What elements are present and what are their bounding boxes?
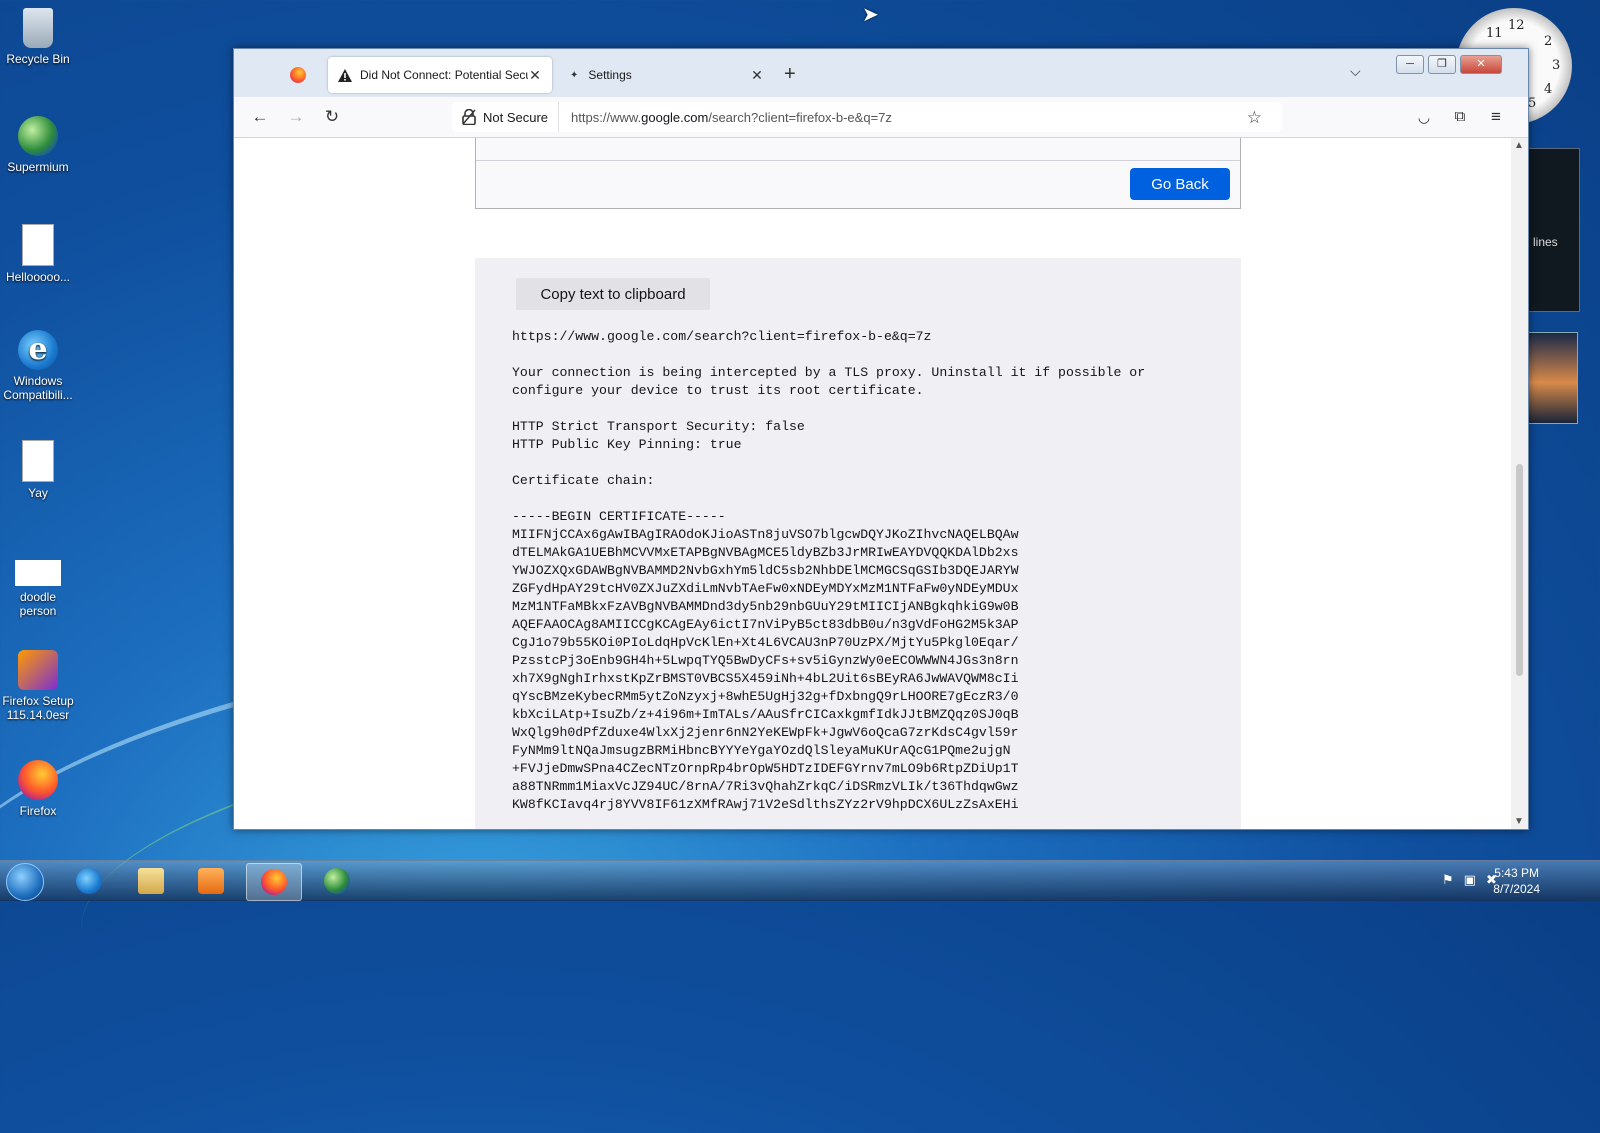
taskbar-firefox[interactable] [246,863,302,901]
close-window-button[interactable]: ✕ [1460,55,1502,74]
url-path: /search?client=firefox-b-e&q=7z [708,109,892,125]
page-scrollbar[interactable]: ▲ ▼ [1511,138,1528,829]
certificate-details-text: https://www.google.com/search?client=fir… [512,329,1146,812]
desktop-icon-supermium[interactable]: Supermium [0,116,76,174]
explorer-icon [138,868,164,894]
pocket-icon[interactable]: ◡ [1412,105,1436,129]
text-file-icon [22,224,54,266]
tab-bar: Did Not Connect: Potential Security Issu… [234,49,1528,97]
taskbar-explorer[interactable] [124,863,178,899]
navigation-toolbar: ← → ↻ Not Secure https://www.google.com/… [234,97,1528,138]
supermium-icon [18,116,58,156]
slideshow-gadget[interactable] [1528,332,1578,424]
desktop-icon-windows-compat[interactable]: e Windows Compatibili... [0,330,76,402]
tab-label: Settings [588,68,632,82]
new-tab-icon[interactable]: + [784,63,796,86]
taskbar-supermium[interactable] [310,863,364,899]
media-player-icon [198,868,224,894]
desktop-icon-label: Yay [28,486,48,500]
time-text: 5:43 PM [1494,866,1539,880]
tab-settings[interactable]: ✦ Settings ✕ [560,57,774,93]
close-tab-icon[interactable]: ✕ [528,67,542,84]
headlines-gadget[interactable]: lines [1528,148,1580,312]
date-text: 8/7/2024 [1493,882,1540,896]
page-content: Go Back Copy text to clipboard https://w… [234,138,1511,829]
flag-icon[interactable]: ⚑ [1442,872,1464,887]
start-button[interactable] [6,863,44,901]
scroll-down-icon[interactable]: ▼ [1514,816,1524,827]
forward-icon[interactable]: → [284,105,308,129]
desktop-icon-firefox-setup[interactable]: Firefox Setup 115.14.0esr [0,650,76,722]
firefox-view-icon[interactable] [290,67,306,83]
desktop-icon-label: doodle person [19,590,57,618]
close-tab-icon[interactable]: ✕ [750,67,764,84]
recycle-bin-icon [23,8,53,48]
desktop-icon-hellooooo[interactable]: Hellooooo... [0,224,76,284]
desktop-icon-recycle-bin[interactable]: Recycle Bin [0,8,76,66]
desktop-icon-yay[interactable]: Yay [0,440,76,500]
url-bar[interactable]: Not Secure https://www.google.com/search… [452,102,1282,132]
clock-display[interactable]: 5:43 PM 8/7/2024 [1493,865,1540,897]
network-icon[interactable]: ▣ [1464,872,1486,887]
maximize-button[interactable]: ❐ [1428,55,1456,74]
url-domain: google.com [641,109,709,125]
error-panel: Go Back [475,138,1241,209]
minimize-button[interactable]: ─ [1396,55,1424,74]
list-all-tabs-icon[interactable]: ⌵ [1350,63,1361,80]
go-back-button[interactable]: Go Back [1130,168,1230,200]
divider [476,160,1240,161]
reload-icon[interactable]: ↻ [320,105,344,129]
insecure-lock-icon [462,109,476,125]
bookmark-star-icon[interactable]: ☆ [1247,108,1262,128]
taskbar-ie[interactable] [62,863,116,899]
settings-icon: ✦ [570,69,579,81]
desktop-icon-label: Windows Compatibili... [3,374,73,402]
url-text[interactable]: https://www.google.com/search?client=fir… [559,110,892,125]
tab-did-not-connect[interactable]: Did Not Connect: Potential Security Issu… [328,57,552,93]
text-file-icon [22,440,54,482]
supermium-icon [324,868,350,894]
firefox-icon [261,869,287,895]
desktop-icon-label: Firefox [19,804,57,818]
security-label: Not Secure [483,109,549,125]
firefox-icon [18,760,58,800]
site-security-indicator[interactable]: Not Secure [452,102,560,132]
image-file-icon [15,560,61,586]
warning-icon [338,68,352,82]
scrollbar-thumb[interactable] [1516,464,1523,676]
menu-icon[interactable]: ≡ [1484,105,1508,129]
back-icon[interactable]: ← [248,105,272,129]
tab-label: Did Not Connect: Potential Security Issu… [360,68,528,82]
desktop-icon-label: Hellooooo... [5,270,71,284]
desktop-icon-doodle-person[interactable]: doodle person [0,550,76,618]
url-prefix: https://www. [571,109,642,125]
extensions-icon[interactable]: ⧉ [1448,105,1472,129]
advanced-details-panel: Copy text to clipboard https://www.googl… [475,258,1241,829]
desktop-icon-firefox[interactable]: Firefox [0,760,76,818]
taskbar-media-player[interactable] [184,863,238,899]
copy-to-clipboard-button[interactable]: Copy text to clipboard [516,278,710,310]
desktop-icon-label: Supermium [7,160,69,174]
gadget-label: lines [1533,235,1558,249]
desktop-icon-label: Recycle Bin [6,52,70,66]
desktop-icon-label: Firefox Setup 115.14.0esr [2,694,74,722]
taskbar: ⚑▣✖ 5:43 PM 8/7/2024 [0,860,1600,901]
browser-window: Did Not Connect: Potential Security Issu… [233,48,1529,830]
mouse-cursor-icon: ➤ [862,4,879,26]
ie-icon [76,868,102,894]
firefox-setup-icon [18,650,58,690]
scroll-up-icon[interactable]: ▲ [1514,140,1524,151]
ie-icon: e [18,330,58,370]
